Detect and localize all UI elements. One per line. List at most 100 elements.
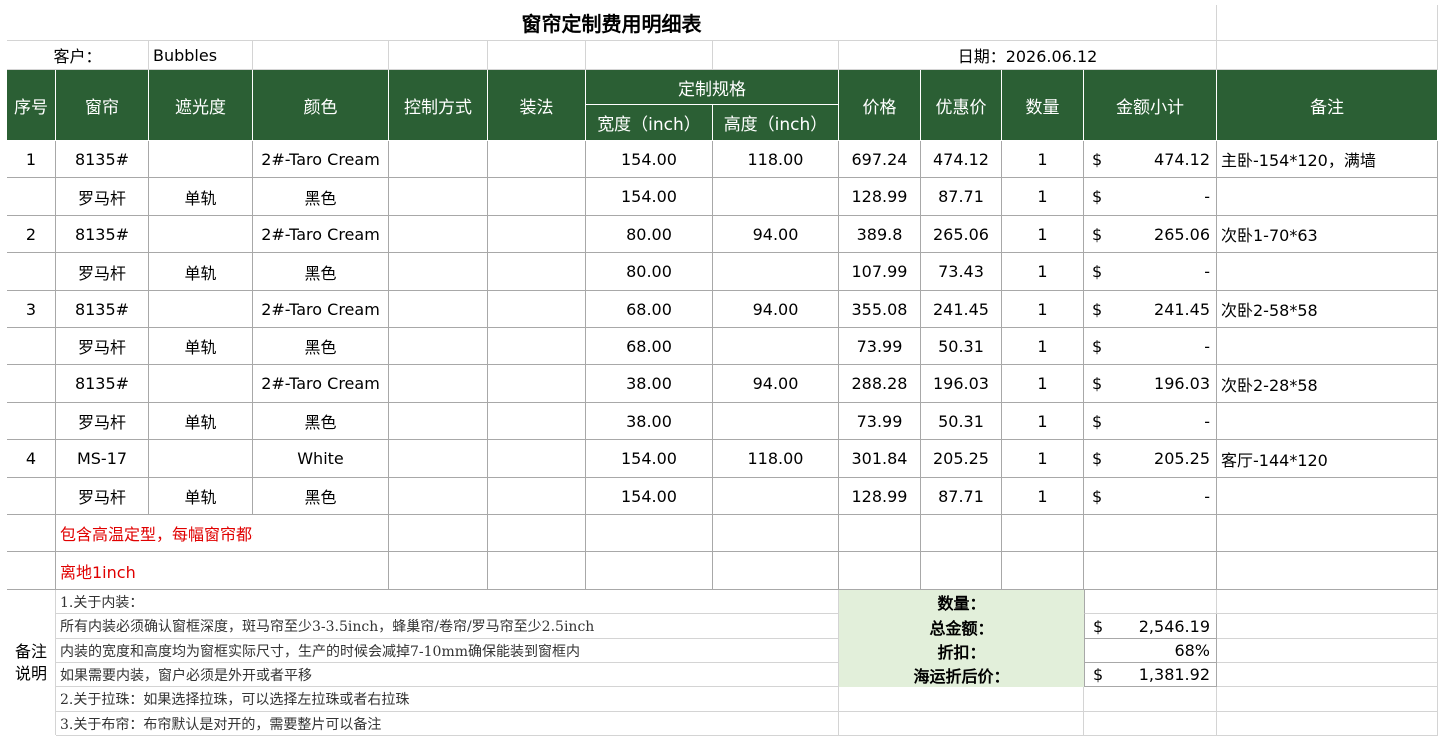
info-blank-cell[interactable] <box>389 41 488 70</box>
cell-color[interactable]: White <box>253 440 389 478</box>
summary-final-value[interactable]: $1,381.92 <box>1084 663 1217 687</box>
cell-no[interactable]: 4 <box>7 440 56 478</box>
blank-cell[interactable] <box>1217 687 1438 712</box>
blank-cell[interactable] <box>839 712 1084 736</box>
note-blank-cell[interactable] <box>921 552 1002 590</box>
note-blank-cell[interactable] <box>921 515 1002 552</box>
title-cell[interactable]: 窗帘定制费用明细表 <box>7 5 1217 41</box>
date-label[interactable]: 日期：2026.06.12 <box>839 41 1217 70</box>
extra-note[interactable]: 离地1inch <box>56 552 253 590</box>
cell-height[interactable]: 118.00 <box>713 440 839 478</box>
cell-dprice[interactable]: 87.71 <box>921 178 1002 216</box>
cell-width[interactable]: 38.00 <box>586 365 713 403</box>
cell-height[interactable] <box>713 478 839 515</box>
blank-cell[interactable] <box>1217 590 1438 614</box>
cell-blackout[interactable] <box>149 216 253 253</box>
cell-no[interactable] <box>7 365 56 403</box>
note-blank-cell[interactable] <box>586 552 713 590</box>
cell-no[interactable]: 3 <box>7 291 56 328</box>
cell-no[interactable] <box>7 178 56 216</box>
extra-note[interactable]: 包含高温定型，每幅窗帘都有2条绑带 <box>56 515 253 552</box>
cell-amount[interactable]: $205.25 <box>1084 440 1217 478</box>
cell-remark[interactable]: 主卧-154*120，满墙 <box>1217 141 1438 178</box>
cell-blackout[interactable]: 单轨 <box>149 403 253 440</box>
cell-control[interactable] <box>389 403 488 440</box>
cell-control[interactable] <box>389 478 488 515</box>
cell-color[interactable]: 2#-Taro Cream <box>253 291 389 328</box>
cell-remark[interactable]: 次卧2-28*58 <box>1217 365 1438 403</box>
cell-no[interactable]: 2 <box>7 216 56 253</box>
blank-cell[interactable] <box>1217 663 1438 687</box>
cell-width[interactable]: 80.00 <box>586 253 713 291</box>
cell-no[interactable] <box>7 328 56 365</box>
cell-price[interactable]: 73.99 <box>839 403 921 440</box>
cell-color[interactable]: 黑色 <box>253 328 389 365</box>
note-blank-cell[interactable] <box>1002 552 1084 590</box>
blank-cell[interactable] <box>1217 712 1438 736</box>
cell-remark[interactable] <box>1217 253 1438 291</box>
cell-amount[interactable]: $474.12 <box>1084 141 1217 178</box>
note-blank-cell[interactable] <box>1084 515 1217 552</box>
cell-dprice[interactable]: 50.31 <box>921 403 1002 440</box>
cell-remark[interactable] <box>1217 478 1438 515</box>
cell-mount[interactable] <box>488 216 586 253</box>
note-blank-cell[interactable] <box>839 515 921 552</box>
cell-blackout[interactable]: 单轨 <box>149 178 253 216</box>
cell-no[interactable] <box>7 403 56 440</box>
cell-width[interactable]: 68.00 <box>586 328 713 365</box>
cell-dprice[interactable]: 241.45 <box>921 291 1002 328</box>
cell-price[interactable]: 301.84 <box>839 440 921 478</box>
cell-remark[interactable]: 次卧1-70*63 <box>1217 216 1438 253</box>
cell-height[interactable] <box>713 253 839 291</box>
cell-control[interactable] <box>389 216 488 253</box>
cell-height[interactable]: 94.00 <box>713 365 839 403</box>
note-blank-cell[interactable] <box>1217 515 1438 552</box>
cell-mount[interactable] <box>488 365 586 403</box>
note-blank-cell[interactable] <box>253 515 389 552</box>
cell-qty[interactable]: 1 <box>1002 291 1084 328</box>
cell-color[interactable]: 黑色 <box>253 178 389 216</box>
cell-qty[interactable]: 1 <box>1002 253 1084 291</box>
cell-control[interactable] <box>389 440 488 478</box>
cell-remark[interactable] <box>1217 403 1438 440</box>
cell-color[interactable]: 黑色 <box>253 403 389 440</box>
cell-height[interactable]: 94.00 <box>713 291 839 328</box>
cell-qty[interactable]: 1 <box>1002 216 1084 253</box>
cell-no[interactable] <box>7 253 56 291</box>
cell-qty[interactable]: 1 <box>1002 141 1084 178</box>
cell-blackout[interactable]: 单轨 <box>149 328 253 365</box>
cell-amount[interactable]: $ - <box>1084 478 1217 515</box>
cell-control[interactable] <box>389 253 488 291</box>
cell-price[interactable]: 697.24 <box>839 141 921 178</box>
cell-blackout[interactable]: 单轨 <box>149 253 253 291</box>
note-blank-cell[interactable] <box>389 552 488 590</box>
cell-blackout[interactable]: 单轨 <box>149 478 253 515</box>
cell-no[interactable] <box>7 478 56 515</box>
cell-price[interactable]: 389.8 <box>839 216 921 253</box>
cell-price[interactable]: 128.99 <box>839 478 921 515</box>
cell-mount[interactable] <box>488 478 586 515</box>
note-blank-cell[interactable] <box>1002 515 1084 552</box>
cell-mount[interactable] <box>488 291 586 328</box>
blank-cell[interactable] <box>839 687 1084 712</box>
cell-amount[interactable]: $196.03 <box>1084 365 1217 403</box>
cell-dprice[interactable]: 474.12 <box>921 141 1002 178</box>
cell-width[interactable]: 154.00 <box>586 440 713 478</box>
info-blank-cell[interactable] <box>253 41 389 70</box>
cell-amount[interactable]: $265.06 <box>1084 216 1217 253</box>
cell-qty[interactable]: 1 <box>1002 328 1084 365</box>
blank-cell[interactable] <box>1217 5 1438 41</box>
cell-qty[interactable]: 1 <box>1002 178 1084 216</box>
cell-width[interactable]: 154.00 <box>586 478 713 515</box>
cell-amount[interactable]: $ - <box>1084 253 1217 291</box>
note-blank-cell[interactable] <box>586 515 713 552</box>
note-blank-cell[interactable] <box>1084 552 1217 590</box>
cell-amount[interactable]: $ - <box>1084 178 1217 216</box>
cell-width[interactable]: 154.00 <box>586 178 713 216</box>
info-blank-cell[interactable] <box>713 41 839 70</box>
summary-qty-value[interactable] <box>1084 590 1217 614</box>
cell-mount[interactable] <box>488 328 586 365</box>
cell-mount[interactable] <box>488 253 586 291</box>
cell-width[interactable]: 68.00 <box>586 291 713 328</box>
cell-curtain[interactable]: 8135# <box>56 291 149 328</box>
